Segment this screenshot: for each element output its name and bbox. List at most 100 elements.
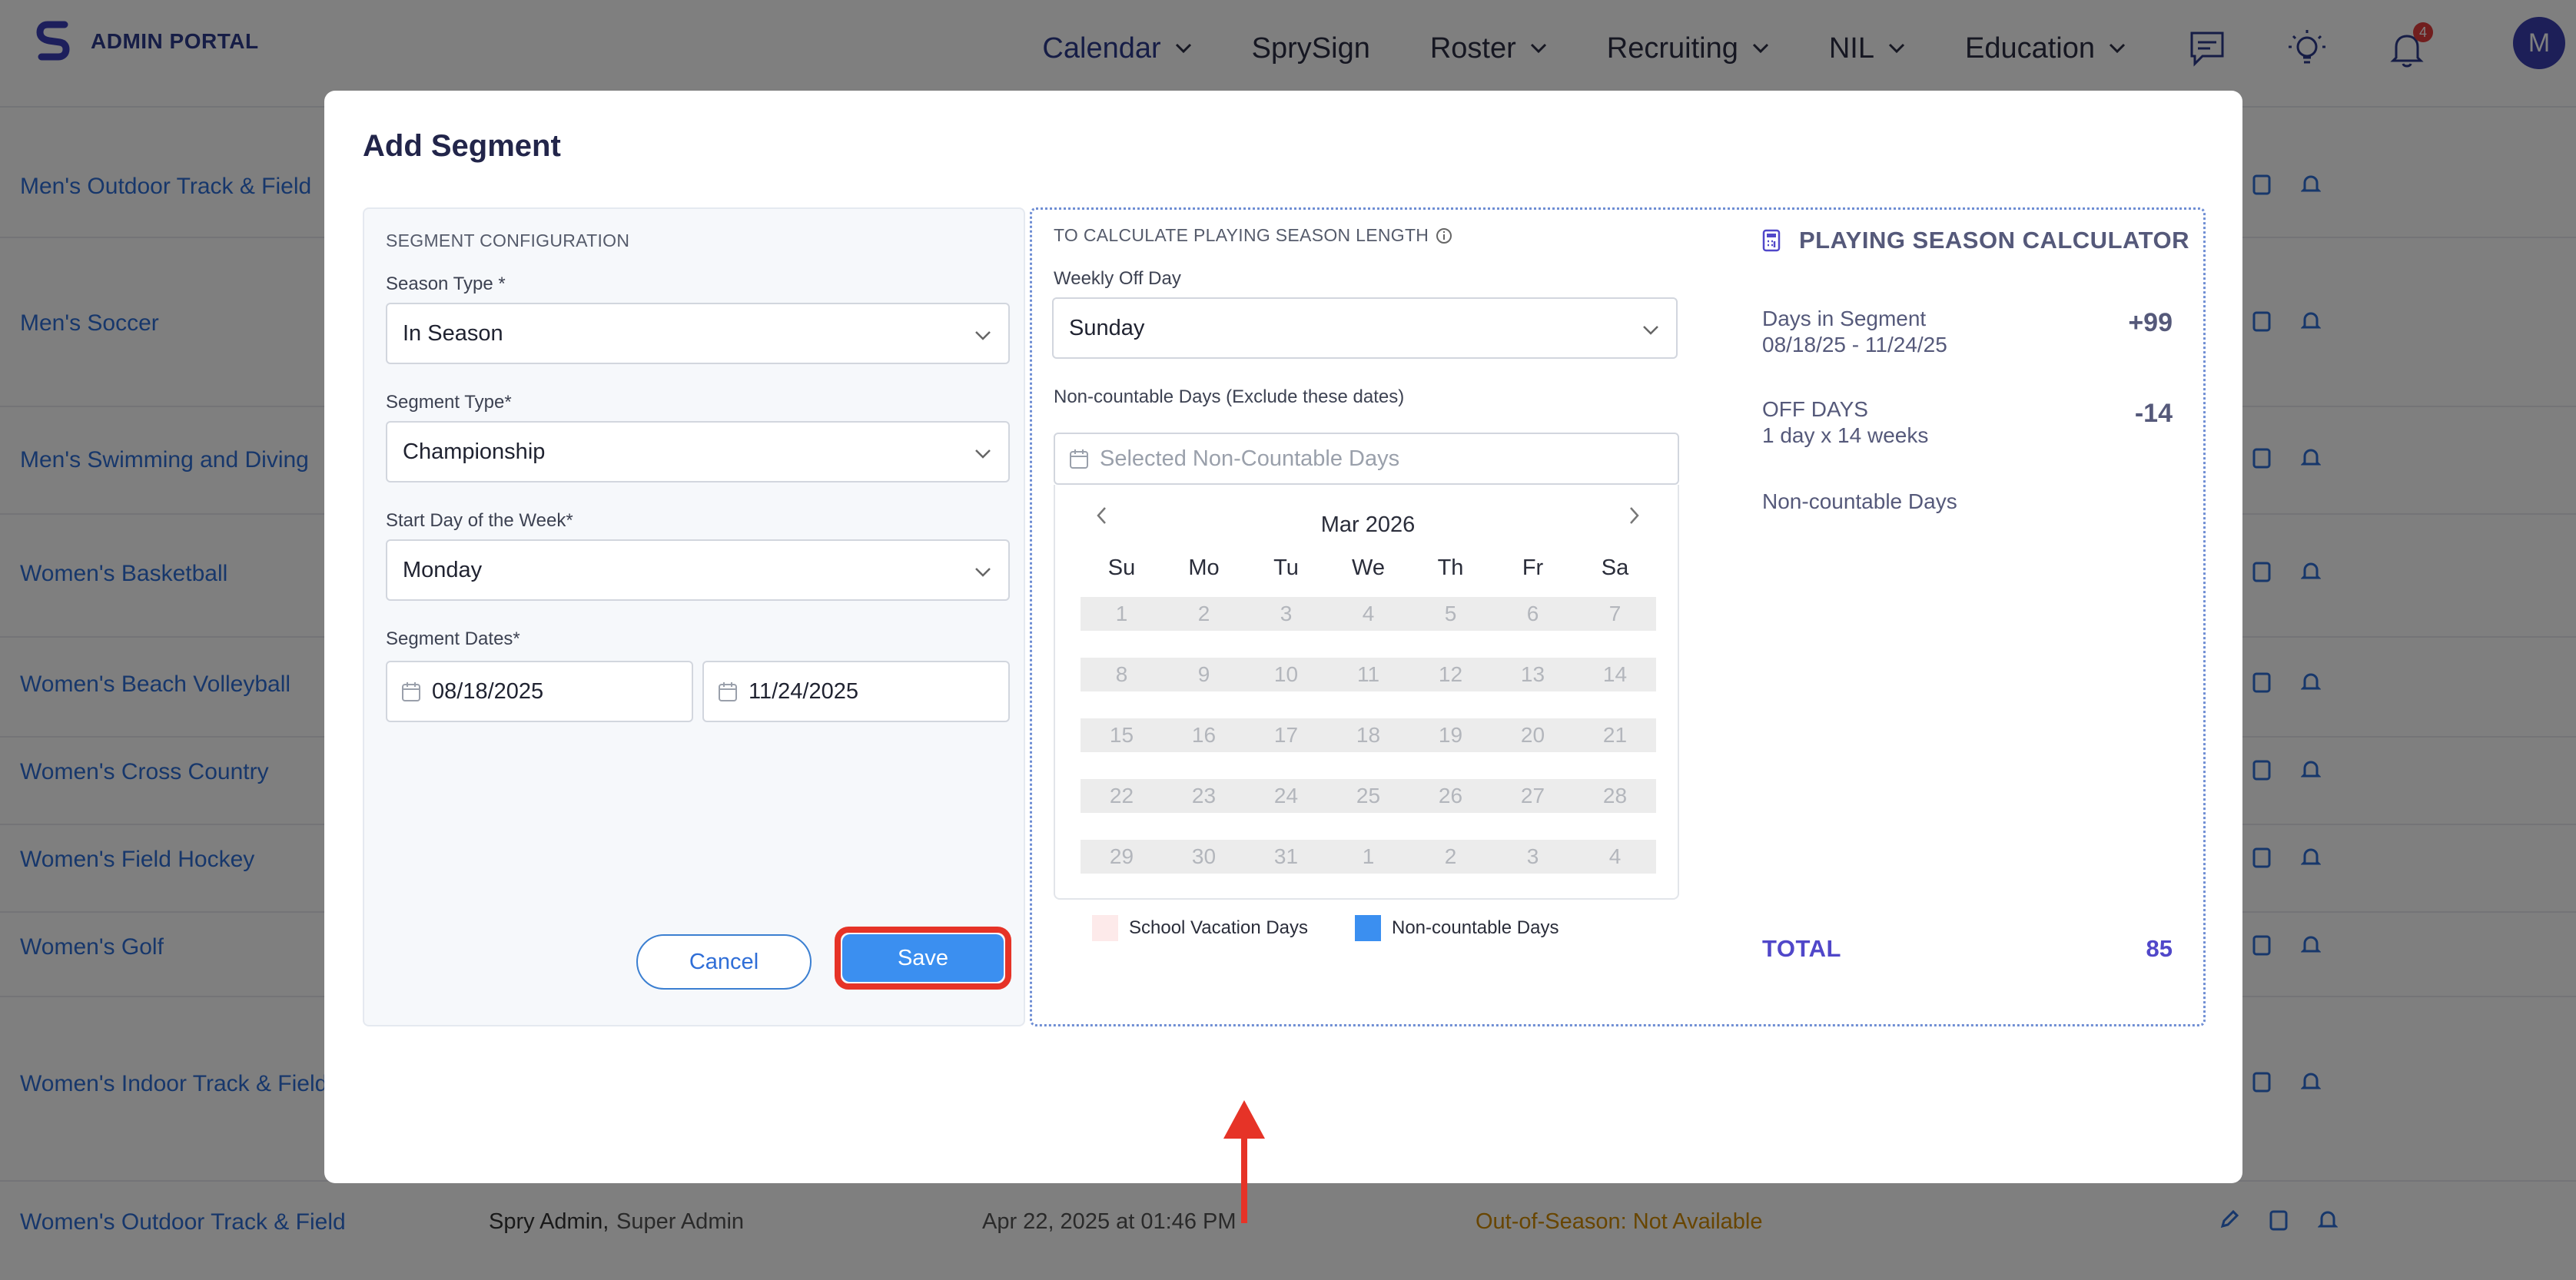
calendar-weekday: We bbox=[1352, 555, 1385, 580]
panel-heading: SEGMENT CONFIGURATION bbox=[386, 230, 630, 250]
cancel-button[interactable]: Cancel bbox=[636, 934, 812, 990]
legend-label: School Vacation Days bbox=[1129, 917, 1309, 938]
info-icon[interactable] bbox=[1435, 227, 1453, 245]
calendar-day[interactable]: 1 bbox=[1327, 840, 1409, 874]
calendar-day[interactable]: 29 bbox=[1081, 840, 1163, 874]
calendar-icon bbox=[1070, 449, 1088, 469]
chevron-down-icon bbox=[975, 568, 991, 577]
segment-type-label: Segment Type* bbox=[386, 392, 512, 413]
select-value: Monday bbox=[403, 557, 483, 582]
calculator-icon bbox=[1762, 229, 1781, 252]
season-type-select[interactable]: In Season bbox=[386, 303, 1010, 364]
noncountable-days-label: Non-countable Days bbox=[1762, 489, 1957, 513]
calendar-day[interactable]: 4 bbox=[1327, 597, 1409, 631]
start-day-select[interactable]: Monday bbox=[386, 539, 1010, 601]
input-placeholder: Selected Non-Countable Days bbox=[1100, 446, 1400, 471]
off-days-value: -14 bbox=[2134, 399, 2173, 428]
calc-heading-text: TO CALCULATE PLAYING SEASON LENGTH bbox=[1054, 225, 1429, 245]
off-days-label: OFF DAYS bbox=[1762, 397, 1868, 421]
select-value: Sunday bbox=[1069, 315, 1145, 340]
select-value: Championship bbox=[403, 439, 546, 464]
legend-swatch bbox=[1355, 915, 1381, 941]
calendar-weekday: Sa bbox=[1601, 555, 1629, 580]
calendar-day[interactable]: 7 bbox=[1574, 597, 1656, 631]
calendar-day[interactable]: 13 bbox=[1492, 658, 1574, 691]
calendar-day[interactable]: 3 bbox=[1492, 840, 1574, 874]
days-in-segment-value: +99 bbox=[2128, 308, 2173, 337]
calendar-day[interactable]: 2 bbox=[1409, 840, 1492, 874]
calendar-day[interactable]: 15 bbox=[1081, 718, 1163, 752]
calendar-day[interactable]: 31 bbox=[1245, 840, 1327, 874]
legend-item: School Vacation Days bbox=[1092, 915, 1308, 941]
date-value: 11/24/2025 bbox=[749, 678, 858, 704]
off-days-detail: 1 day x 14 weeks bbox=[1762, 423, 1929, 447]
calendar-day[interactable]: 5 bbox=[1409, 597, 1492, 631]
calendar-day[interactable]: 14 bbox=[1574, 658, 1656, 691]
calendar-day[interactable]: 22 bbox=[1081, 779, 1163, 813]
segment-dates-label: Segment Dates* bbox=[386, 628, 520, 649]
calendar-weekday: Su bbox=[1107, 555, 1136, 580]
calendar-weekday: Tu bbox=[1273, 555, 1299, 580]
calendar-day[interactable]: 19 bbox=[1409, 718, 1492, 752]
date-picker-calendar: Mar 2026 Su Mo Tu We Th Fr Sa 1 2 3 4 5 6 7 8 9 10 11 12 13… bbox=[1054, 485, 1679, 900]
calendar-day[interactable]: 3 bbox=[1245, 597, 1327, 631]
calendar-day[interactable]: 2 bbox=[1163, 597, 1245, 631]
calculator-title: PLAYING SEASON CALCULATOR bbox=[1762, 227, 2189, 254]
arrow-up-annotation-icon bbox=[1223, 1100, 1265, 1223]
legend-label: Non-countable Days bbox=[1392, 917, 1559, 938]
season-type-label: Season Type * bbox=[386, 274, 506, 294]
season-calculation-panel: TO CALCULATE PLAYING SEASON LENGTH Weekl… bbox=[1030, 207, 2206, 1026]
days-in-segment-range: 08/18/25 - 11/24/25 bbox=[1762, 333, 1947, 356]
calendar-day[interactable]: 12 bbox=[1409, 658, 1492, 691]
calculator-title-text: PLAYING SEASON CALCULATOR bbox=[1799, 227, 2189, 254]
total-value: 85 bbox=[2146, 935, 2173, 962]
weekly-off-select[interactable]: Sunday bbox=[1052, 297, 1678, 359]
chevron-down-icon bbox=[975, 331, 991, 340]
calendar-day[interactable]: 6 bbox=[1492, 597, 1574, 631]
calc-heading: TO CALCULATE PLAYING SEASON LENGTH bbox=[1054, 225, 1453, 246]
calendar-day[interactable]: 24 bbox=[1245, 779, 1327, 813]
calendar-day[interactable]: 27 bbox=[1492, 779, 1574, 813]
calendar-day[interactable]: 4 bbox=[1574, 840, 1656, 874]
calendar-day[interactable]: 10 bbox=[1245, 658, 1327, 691]
calendar-day[interactable]: 11 bbox=[1327, 658, 1409, 691]
segment-type-select[interactable]: Championship bbox=[386, 421, 1010, 482]
modal-title: Add Segment bbox=[363, 129, 561, 163]
calendar-icon bbox=[402, 682, 420, 701]
calendar-day[interactable]: 25 bbox=[1327, 779, 1409, 813]
calendar-day[interactable]: 18 bbox=[1327, 718, 1409, 752]
legend-swatch bbox=[1092, 915, 1118, 941]
calendar-day[interactable]: 8 bbox=[1081, 658, 1163, 691]
legend-item: Non-countable Days bbox=[1355, 915, 1559, 941]
weekly-off-label: Weekly Off Day bbox=[1054, 268, 1181, 289]
calendar-day[interactable]: 21 bbox=[1574, 718, 1656, 752]
segment-configuration-panel: SEGMENT CONFIGURATION Season Type * In S… bbox=[363, 207, 1025, 1026]
noncount-label: Non-countable Days (Exclude these dates) bbox=[1054, 386, 1405, 407]
calendar-day[interactable]: 1 bbox=[1081, 597, 1163, 631]
calendar-day[interactable]: 16 bbox=[1163, 718, 1245, 752]
end-date-input[interactable]: 11/24/2025 bbox=[702, 661, 1010, 722]
calendar-weekday: Fr bbox=[1522, 555, 1544, 580]
calendar-day[interactable]: 20 bbox=[1492, 718, 1574, 752]
chevron-down-icon bbox=[975, 449, 991, 459]
calendar-day[interactable]: 26 bbox=[1409, 779, 1492, 813]
calendar-day[interactable]: 23 bbox=[1163, 779, 1245, 813]
start-date-input[interactable]: 08/18/2025 bbox=[386, 661, 693, 722]
calendar-day[interactable]: 17 bbox=[1245, 718, 1327, 752]
calendar-icon bbox=[719, 682, 737, 701]
calendar-day[interactable]: 30 bbox=[1163, 840, 1245, 874]
start-day-label: Start Day of the Week* bbox=[386, 510, 573, 531]
days-in-segment-label: Days in Segment bbox=[1762, 307, 1927, 330]
calendar-day[interactable]: 9 bbox=[1163, 658, 1245, 691]
date-value: 08/18/2025 bbox=[432, 678, 544, 704]
noncount-days-input[interactable]: Selected Non-Countable Days bbox=[1054, 433, 1679, 485]
select-value: In Season bbox=[403, 320, 503, 346]
calendar-weekday: Mo bbox=[1188, 555, 1220, 580]
calendar-month: Mar 2026 bbox=[1320, 512, 1416, 537]
calendar-weekday: Th bbox=[1437, 555, 1464, 580]
add-segment-modal: Add Segment SEGMENT CONFIGURATION Season… bbox=[324, 91, 2242, 1223]
total-label: TOTAL bbox=[1762, 935, 1841, 962]
chevron-down-icon bbox=[1643, 326, 1658, 335]
calendar-day[interactable]: 28 bbox=[1574, 779, 1656, 813]
save-button[interactable]: Save bbox=[842, 934, 1004, 982]
